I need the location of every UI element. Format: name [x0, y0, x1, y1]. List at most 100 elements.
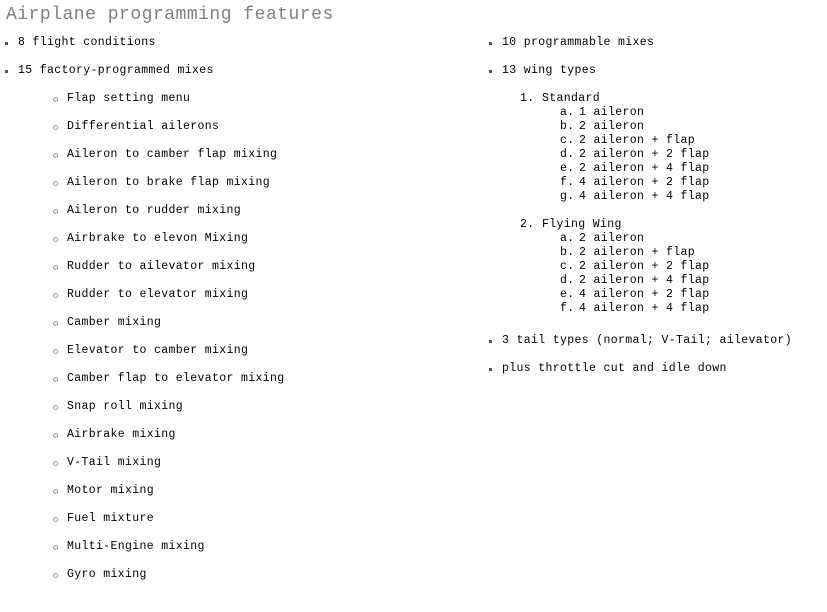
right-top-level-list: 10 programmable mixes 13 wing types	[484, 36, 827, 78]
list-item: e. 4 aileron + 2 flap	[560, 288, 827, 302]
list-item-label: 15 factory-programmed mixes	[18, 64, 214, 77]
list-item-label: 2 aileron + 2 flap	[579, 260, 710, 273]
circle-bullet-icon	[53, 377, 58, 382]
list-item-label: Differential ailerons	[67, 120, 220, 133]
circle-bullet-icon	[53, 433, 58, 438]
list-item: 10 programmable mixes	[484, 36, 827, 50]
list-marker: e.	[560, 288, 575, 301]
square-bullet-icon	[489, 70, 492, 73]
list-item-label: 1 aileron	[579, 106, 645, 119]
list-marker: c.	[560, 134, 575, 147]
list-item: Rudder to ailevator mixing	[50, 260, 470, 274]
wing-type-label: Standard	[542, 92, 601, 105]
left-top-level-list: 8 flight conditions 15 factory-programme…	[0, 36, 470, 78]
circle-bullet-icon	[53, 321, 58, 326]
wing-type-group: 2. Flying Wing a. 2 aileron b. 2 aileron…	[520, 218, 827, 316]
list-item: Camber mixing	[50, 316, 470, 330]
list-item-label: Airbrake to elevon Mixing	[67, 232, 249, 245]
list-item: Rudder to elevator mixing	[50, 288, 470, 302]
list-item-label: Motor mixing	[67, 484, 155, 497]
list-item-label: Rudder to ailevator mixing	[67, 260, 256, 273]
page-title: Airplane programming features	[6, 5, 334, 25]
square-bullet-icon	[489, 42, 492, 45]
list-item-label: 2 aileron + 2 flap	[579, 148, 710, 161]
list-item: c. 2 aileron + 2 flap	[560, 260, 827, 274]
list-item: f. 4 aileron + 2 flap	[560, 176, 827, 190]
list-item: a. 1 aileron	[560, 106, 827, 120]
list-item: Fuel mixture	[50, 512, 470, 526]
list-item: a. 2 aileron	[560, 232, 827, 246]
list-item: 3 tail types (normal; V-Tail; ailevator)	[484, 334, 827, 348]
list-item: Multi-Engine mixing	[50, 540, 470, 554]
list-item: Airbrake to elevon Mixing	[50, 232, 470, 246]
list-marker: 1.	[520, 92, 535, 105]
wing-types-list: 1. Standard a. 1 aileron b. 2 aileron c.…	[484, 92, 827, 316]
circle-bullet-icon	[53, 293, 58, 298]
list-item-label: 2 aileron + 4 flap	[579, 274, 710, 287]
list-item: f. 4 aileron + 4 flap	[560, 302, 827, 316]
list-item-label: 3 tail types (normal; V-Tail; ailevator)	[502, 334, 793, 347]
list-marker: c.	[560, 260, 575, 273]
list-marker: d.	[560, 274, 575, 287]
list-marker: 2.	[520, 218, 535, 231]
list-item: d. 2 aileron + 2 flap	[560, 148, 827, 162]
list-item: Aileron to brake flap mixing	[50, 176, 470, 190]
list-marker: a.	[560, 106, 575, 119]
list-item: plus throttle cut and idle down	[484, 362, 827, 376]
list-item-label: Aileron to rudder mixing	[67, 204, 242, 217]
list-item: b. 2 aileron	[560, 120, 827, 134]
circle-bullet-icon	[53, 153, 58, 158]
list-item: Airbrake mixing	[50, 428, 470, 442]
list-item-label: 2 aileron + flap	[579, 134, 696, 147]
list-marker: a.	[560, 232, 575, 245]
square-bullet-icon	[489, 368, 492, 371]
list-marker: f.	[560, 302, 575, 315]
square-bullet-icon	[5, 42, 8, 45]
list-item-label: Multi-Engine mixing	[67, 540, 205, 553]
circle-bullet-icon	[53, 545, 58, 550]
list-item-label: Snap roll mixing	[67, 400, 184, 413]
list-marker: f.	[560, 176, 575, 189]
list-item: V-Tail mixing	[50, 456, 470, 470]
list-item-label: 10 programmable mixes	[502, 36, 655, 49]
list-item-label: 4 aileron + 4 flap	[579, 302, 710, 315]
right-bottom-level-list: 3 tail types (normal; V-Tail; ailevator)…	[484, 334, 827, 376]
list-item: Differential ailerons	[50, 120, 470, 134]
circle-bullet-icon	[53, 461, 58, 466]
list-item-label: Elevator to camber mixing	[67, 344, 249, 357]
list-item-label: V-Tail mixing	[67, 456, 162, 469]
circle-bullet-icon	[53, 517, 58, 522]
list-item-label: Flap setting menu	[67, 92, 191, 105]
list-item: Aileron to rudder mixing	[50, 204, 470, 218]
list-item-label: 4 aileron + 4 flap	[579, 190, 710, 203]
list-item: g. 4 aileron + 4 flap	[560, 190, 827, 204]
list-item: b. 2 aileron + flap	[560, 246, 827, 260]
list-item-label: 4 aileron + 2 flap	[579, 288, 710, 301]
list-item-label: 4 aileron + 2 flap	[579, 176, 710, 189]
list-item: Elevator to camber mixing	[50, 344, 470, 358]
circle-bullet-icon	[53, 181, 58, 186]
list-item-label: Rudder to elevator mixing	[67, 288, 249, 301]
circle-bullet-icon	[53, 209, 58, 214]
circle-bullet-icon	[53, 489, 58, 494]
wing-type-options: a. 1 aileron b. 2 aileron c. 2 aileron +…	[542, 106, 827, 204]
list-item: Gyro mixing	[50, 568, 470, 582]
left-column: 8 flight conditions 15 factory-programme…	[0, 36, 470, 596]
list-item-label: Camber flap to elevator mixing	[67, 372, 285, 385]
list-item-label: Aileron to brake flap mixing	[67, 176, 271, 189]
square-bullet-icon	[489, 340, 492, 343]
list-item: d. 2 aileron + 4 flap	[560, 274, 827, 288]
list-item: 15 factory-programmed mixes	[0, 64, 470, 78]
circle-bullet-icon	[53, 349, 58, 354]
circle-bullet-icon	[53, 573, 58, 578]
wing-type-options: a. 2 aileron b. 2 aileron + flap c. 2 ai…	[542, 232, 827, 316]
slide-canvas: Airplane programming features 8 flight c…	[0, 0, 827, 612]
circle-bullet-icon	[53, 125, 58, 130]
list-item-label: 13 wing types	[502, 64, 597, 77]
list-item: Motor mixing	[50, 484, 470, 498]
list-item-label: plus throttle cut and idle down	[502, 362, 727, 375]
list-item: Snap roll mixing	[50, 400, 470, 414]
list-item: c. 2 aileron + flap	[560, 134, 827, 148]
list-item-label: 2 aileron	[579, 232, 645, 245]
circle-bullet-icon	[53, 237, 58, 242]
